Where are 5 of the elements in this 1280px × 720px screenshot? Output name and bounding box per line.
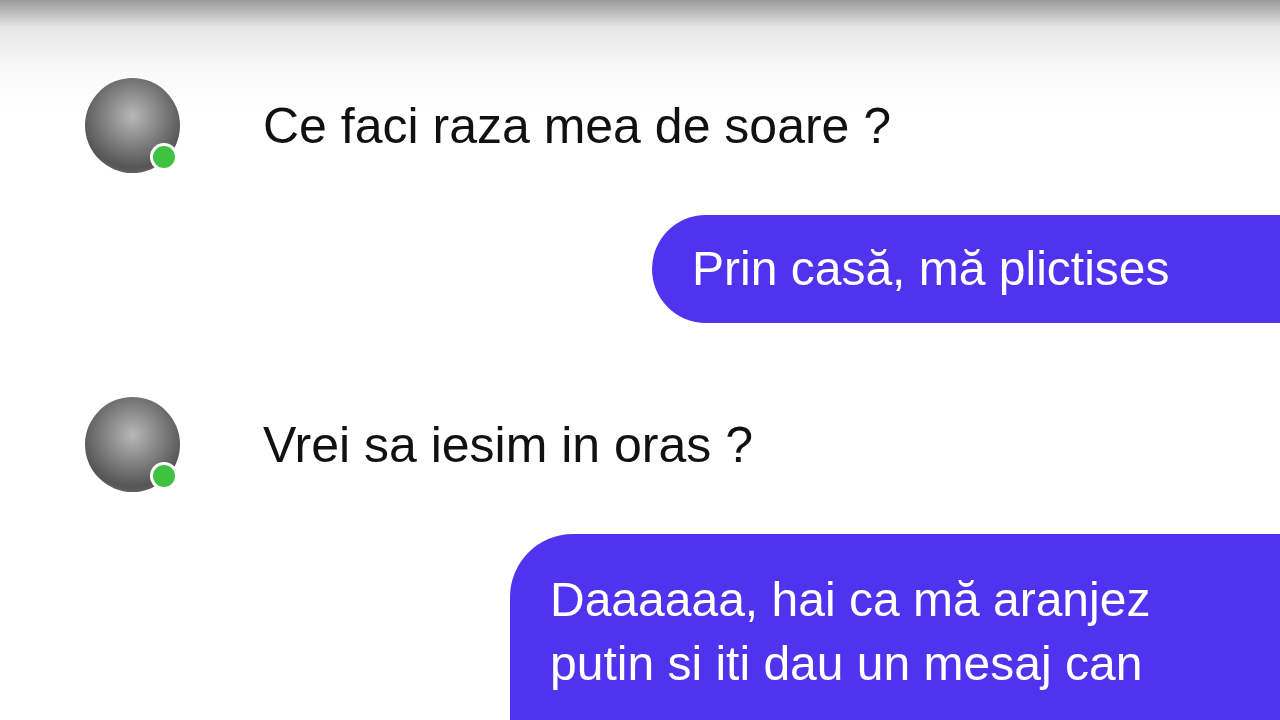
message-text: Vrei sa iesim in oras ? [263, 415, 753, 474]
message-text: Daaaaaa, hai ca mă aranjez [550, 572, 1152, 628]
message-text: Ce faci raza mea de soare ? [263, 96, 892, 155]
message-text: putin si iti dau un mesaj can [550, 636, 1144, 692]
message-text: Prin casă, mă plictises [692, 241, 1171, 297]
